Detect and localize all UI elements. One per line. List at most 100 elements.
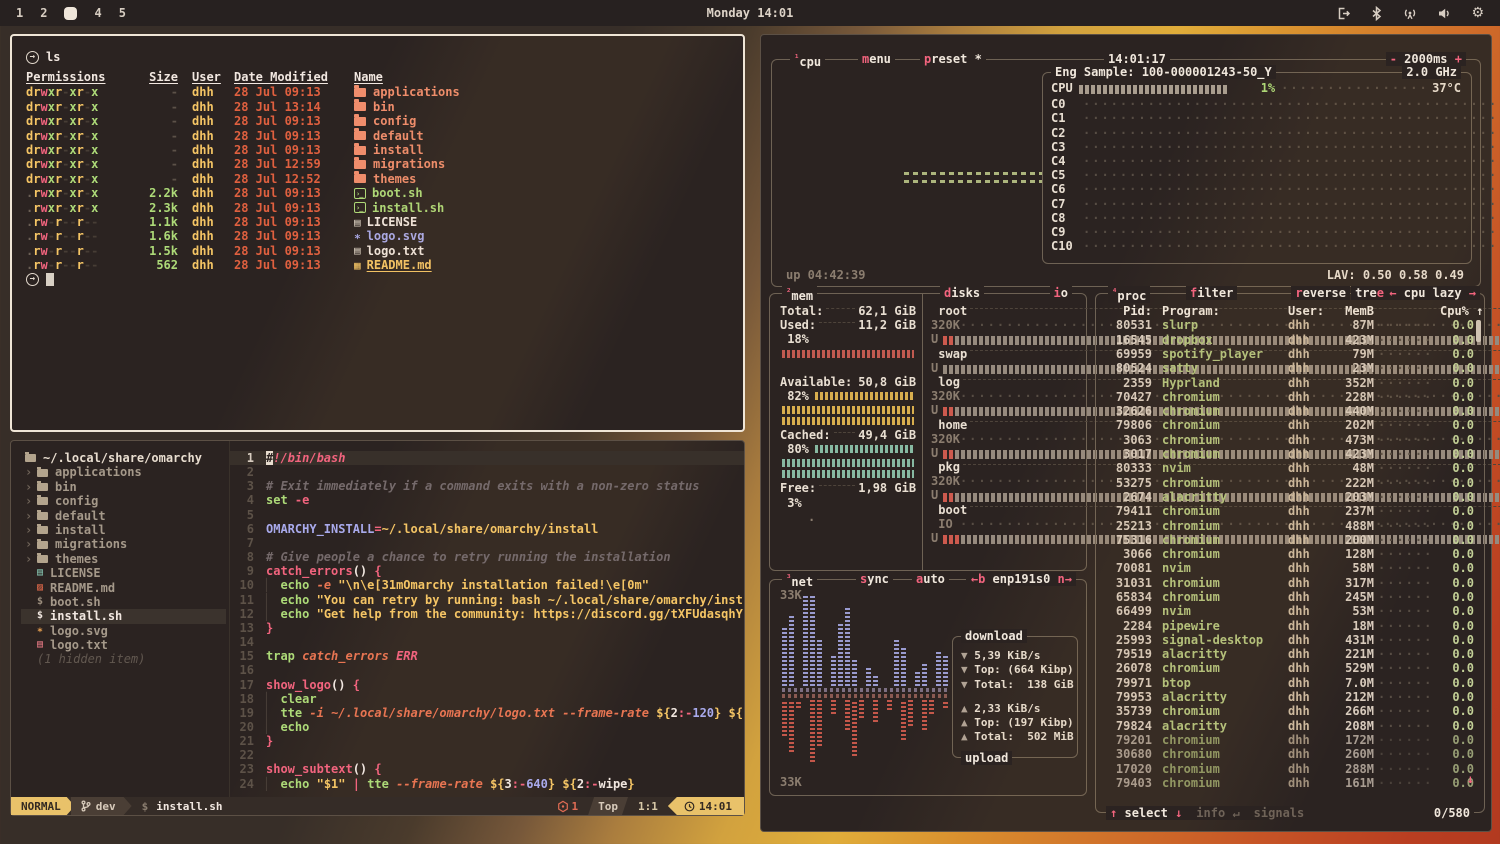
- bluetooth-icon[interactable]: [1370, 6, 1383, 21]
- process-row[interactable]: 79519alacrittydhh221M0.0: [1096, 647, 1484, 661]
- editor-line[interactable]: 23show_subtext() {: [230, 762, 744, 776]
- tree-folder-migrations[interactable]: ›migrations: [21, 537, 229, 551]
- process-row[interactable]: 16545dropboxdhh423M0.0: [1096, 333, 1484, 347]
- diagnostic-indicator[interactable]: 1: [557, 800, 579, 813]
- code-pane[interactable]: 1#!/bin/bash23# Exit immediately if a co…: [229, 441, 744, 797]
- editor-line[interactable]: 18▏ clear: [230, 692, 744, 706]
- process-row[interactable]: 35739chromiumdhh266M0.0: [1096, 704, 1484, 718]
- editor-line[interactable]: 12▏ echo "Get help from the community: h…: [230, 607, 744, 621]
- editor-line[interactable]: 16: [230, 663, 744, 677]
- editor-line[interactable]: 22: [230, 748, 744, 762]
- process-row[interactable]: 79411chromiumdhh237M0.0: [1096, 504, 1484, 518]
- process-row[interactable]: 79824alacrittydhh208M0.0: [1096, 719, 1484, 733]
- tab-filter[interactable]: filter: [1186, 286, 1237, 300]
- process-row[interactable]: 31031chromiumdhh317M0.0: [1096, 576, 1484, 590]
- process-header-row[interactable]: Pid: Program: User: MemB Cpu% ↑: [1096, 304, 1484, 318]
- terminal-window[interactable]: → ls PermissionsSizeUserDate ModifiedNam…: [10, 34, 745, 432]
- volume-icon[interactable]: [1437, 6, 1452, 21]
- process-row[interactable]: 53275chromiumdhh222M0.0: [1096, 476, 1484, 490]
- tree-file-README.md[interactable]: ▨README.md: [21, 581, 229, 595]
- process-row[interactable]: 80333nvimdhh48M0.0: [1096, 461, 1484, 475]
- tab-io[interactable]: io: [1050, 286, 1072, 300]
- system-monitor-window[interactable]: ¹cpu menu preset * 14:01:17 - 2000ms + E…: [760, 34, 1492, 832]
- tree-file-boot.sh[interactable]: $boot.sh: [21, 595, 229, 609]
- workspace-switcher[interactable]: 1245: [0, 6, 126, 20]
- file-tree-panel[interactable]: ~/.local/share/omarchy›applications›bin›…: [11, 441, 229, 797]
- process-row[interactable]: 66499nvimdhh53M0.0: [1096, 604, 1484, 618]
- process-row[interactable]: 75316chromiumdhh200M0.0: [1096, 533, 1484, 547]
- tab-net[interactable]: ³net: [782, 572, 817, 589]
- process-row[interactable]: 70081nvimdhh58M0.0: [1096, 561, 1484, 575]
- process-row[interactable]: 25213chromiumdhh488M0.0: [1096, 518, 1484, 532]
- editor-line[interactable]: 24▏ echo "$1" | tte --frame-rate ${3:-64…: [230, 777, 744, 791]
- editor-line[interactable]: 20▏ echo: [230, 720, 744, 734]
- editor-line[interactable]: 11▏ echo "You can retry by running: bash…: [230, 593, 744, 607]
- editor-line[interactable]: 17show_logo() {: [230, 678, 744, 692]
- editor-line[interactable]: 9catch_errors() {: [230, 564, 744, 578]
- process-row[interactable]: 80531slurpdhh87M0.0: [1096, 318, 1484, 332]
- editor-line[interactable]: 21}: [230, 734, 744, 748]
- tree-folder-config[interactable]: ›config: [21, 494, 229, 508]
- editor-line[interactable]: 6OMARCHY_INSTALL=~/.local/share/omarchy/…: [230, 522, 744, 536]
- editor-line[interactable]: 19▏ tte -i ~/.local/share/omarchy/logo.t…: [230, 706, 744, 720]
- tree-file-logo.txt[interactable]: ▤logo.txt: [21, 638, 229, 652]
- process-scrollbar[interactable]: [1476, 320, 1481, 342]
- editor-window[interactable]: ~/.local/share/omarchy›applications›bin›…: [10, 440, 745, 816]
- sort-column-selector[interactable]: ← cpu lazy →: [1385, 286, 1480, 300]
- process-row[interactable]: 79953alacrittydhh212M0.0: [1096, 690, 1484, 704]
- tree-folder-default[interactable]: ›default: [21, 509, 229, 523]
- editor-line[interactable]: 8# Give people a chance to retry running…: [230, 550, 744, 564]
- tab-tree[interactable]: tree: [1351, 286, 1388, 300]
- editor-line[interactable]: 5: [230, 508, 744, 522]
- editor-line[interactable]: 4set -e: [230, 493, 744, 507]
- editor-line[interactable]: 14: [230, 635, 744, 649]
- process-row[interactable]: 17020chromiumdhh288M0.0: [1096, 762, 1484, 776]
- process-row[interactable]: 65834chromiumdhh245M0.0: [1096, 590, 1484, 604]
- tab-proc[interactable]: ⁴proc: [1108, 286, 1150, 303]
- editor-line[interactable]: 3# Exit immediately if a command exits w…: [230, 479, 744, 493]
- process-row[interactable]: 3066chromiumdhh128M0.0: [1096, 547, 1484, 561]
- network-broadcast-icon[interactable]: [1402, 6, 1418, 21]
- editor-line[interactable]: 15trap catch_errors ERR: [230, 649, 744, 663]
- tree-root[interactable]: ~/.local/share/omarchy: [21, 451, 229, 465]
- logout-icon[interactable]: [1336, 6, 1351, 21]
- process-row[interactable]: 2359Hyprlanddhh352M0.0: [1096, 375, 1484, 389]
- process-row[interactable]: 69959spotify_playerdhh79M0.0: [1096, 347, 1484, 361]
- workspace-5[interactable]: 5: [119, 6, 126, 20]
- tree-file-install.sh[interactable]: $install.sh: [21, 609, 226, 623]
- process-row[interactable]: 2284pipewiredhh18M0.0: [1096, 619, 1484, 633]
- workspace-4[interactable]: 4: [94, 6, 101, 20]
- process-row[interactable]: 30680chromiumdhh260M0.0: [1096, 747, 1484, 761]
- process-row[interactable]: 79201chromiumdhh172M0.0: [1096, 733, 1484, 747]
- tree-folder-themes[interactable]: ›themes: [21, 552, 229, 566]
- process-row[interactable]: 2674alacrittydhh203M0.0: [1096, 490, 1484, 504]
- terminal-prompt-empty[interactable]: →: [26, 272, 729, 287]
- tree-folder-applications[interactable]: ›applications: [21, 465, 229, 479]
- tab-disks[interactable]: disks: [940, 286, 984, 300]
- tree-file-logo.svg[interactable]: ∗logo.svg: [21, 624, 229, 638]
- tab-sync[interactable]: sync: [856, 572, 893, 586]
- tab-menu[interactable]: menu: [858, 52, 895, 66]
- network-interface[interactable]: ←b enp191s0 n→: [967, 572, 1076, 586]
- git-branch-segment[interactable]: dev: [71, 797, 132, 815]
- tree-folder-bin[interactable]: ›bin: [21, 480, 229, 494]
- process-row[interactable]: 70427chromiumdhh228M0.0: [1096, 390, 1484, 404]
- tab-auto[interactable]: auto: [912, 572, 949, 586]
- tab-cpu[interactable]: ¹cpu: [790, 52, 825, 69]
- tree-folder-install[interactable]: ›install: [21, 523, 229, 537]
- process-row[interactable]: 79971btopdhh7.0M0.0: [1096, 676, 1484, 690]
- workspace-3-active[interactable]: [64, 7, 77, 20]
- signals-control[interactable]: signals: [1254, 806, 1305, 820]
- process-row[interactable]: 3017chromiumdhh423M0.0: [1096, 447, 1484, 461]
- editor-line[interactable]: 1#!/bin/bash: [230, 451, 744, 465]
- process-row[interactable]: 80524sattydhh23M0.0: [1096, 361, 1484, 375]
- tree-file-LICENSE[interactable]: ▤LICENSE: [21, 566, 229, 580]
- editor-line[interactable]: 7: [230, 536, 744, 550]
- editor-line[interactable]: 2: [230, 465, 744, 479]
- process-row[interactable]: 3063chromiumdhh473M0.0: [1096, 433, 1484, 447]
- editor-line[interactable]: 10▏ echo -e "\n\e[31mOmarchy installatio…: [230, 578, 744, 592]
- tab-mem[interactable]: ²mem: [782, 286, 817, 303]
- tab-preset[interactable]: preset *: [920, 52, 986, 66]
- settings-gear-icon[interactable]: ⚙: [1471, 5, 1484, 21]
- workspace-2[interactable]: 2: [40, 6, 47, 20]
